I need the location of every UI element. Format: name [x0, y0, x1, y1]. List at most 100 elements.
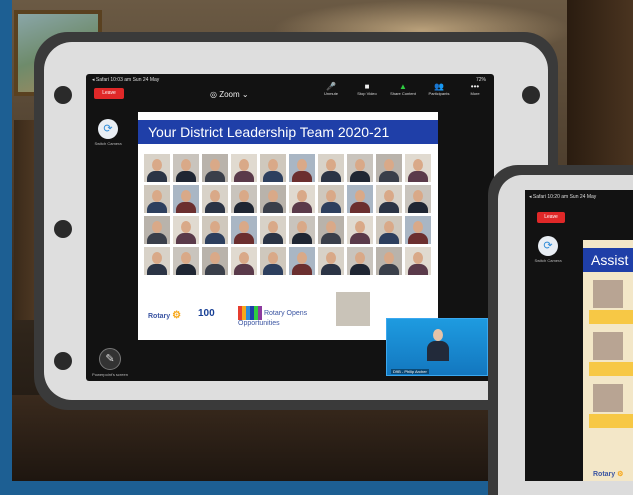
headshot-photo [376, 154, 402, 182]
switch-camera-label: Switch Camera [94, 141, 122, 146]
rainbow-bars-icon [238, 306, 262, 320]
headshot-photo [231, 216, 257, 244]
assistant-tile [589, 332, 633, 378]
headshot-photo [405, 247, 431, 275]
second-leave-button[interactable]: Leave [537, 212, 565, 223]
headshot-photo [376, 185, 402, 213]
headshot-photo [405, 216, 431, 244]
second-switch-camera-button[interactable]: ⟳ Switch Camera [533, 236, 563, 263]
headshot-photo [289, 154, 315, 182]
rotary-text: Rotary [148, 313, 171, 320]
headshot-photo [289, 185, 315, 213]
case-hole [522, 86, 540, 104]
more-label: More [470, 91, 480, 96]
pen-icon: ✎ [99, 348, 121, 370]
case-hole [54, 352, 72, 370]
headshot-photo [405, 154, 431, 182]
headshot-photo [289, 247, 315, 275]
rotary-wheel-icon: ⚙ [172, 310, 182, 321]
case-hole [54, 86, 72, 104]
headshot-photo [202, 247, 228, 275]
headshot-photo [144, 154, 170, 182]
headshot-photo [144, 216, 170, 244]
headshot-photo [347, 247, 373, 275]
headshot-photo [260, 247, 286, 275]
headshot-photo [260, 185, 286, 213]
headshot-photo [173, 216, 199, 244]
participants-icon: 👥 [434, 82, 444, 91]
chevron-down-icon: ⌄ [241, 90, 249, 99]
leave-button[interactable]: Leave [94, 88, 124, 99]
video-camera-icon: ■ [364, 82, 370, 91]
second-status-bar: ◂ Safari 10:20 am Sun 24 May [529, 194, 597, 200]
headshot-photo [347, 216, 373, 244]
zoom-title-label: Zoom [219, 90, 240, 99]
unmute-button[interactable]: 🎤 Unmute [316, 82, 346, 96]
self-view-video[interactable]: D9B - Philip Archer [386, 318, 488, 376]
headshot-photo [231, 247, 257, 275]
headshot-photo [202, 185, 228, 213]
share-screen-icon: ▲ [399, 82, 407, 91]
headshot-photo [318, 216, 344, 244]
shared-slide: Your District Leadership Team 2020-21 Ro… [138, 112, 438, 340]
headshot-photo [173, 154, 199, 182]
rotary-logo: Rotary ⚙ [148, 310, 181, 321]
headshot-photo [260, 216, 286, 244]
more-button[interactable]: ••• More [460, 82, 490, 96]
zoom-menu[interactable]: ◎ Zoom ⌄ [210, 90, 249, 99]
status-time: ◂ Safari 10:03 am Sun 24 May [92, 77, 160, 83]
headshot-photo [173, 247, 199, 275]
headshot-photo [231, 185, 257, 213]
second-slide-title: Assist [583, 248, 633, 272]
second-zoom-screen: ◂ Safari 10:20 am Sun 24 May Leave ⟳ Swi… [525, 190, 633, 481]
stop-video-button[interactable]: ■ Stop Video [352, 82, 382, 96]
case-hole [54, 220, 72, 238]
second-switch-camera-label: Switch Camera [534, 258, 562, 263]
headshot-photo [144, 247, 170, 275]
meeting-toolbar: 🎤 Unmute ■ Stop Video ▲ Share Content 👥 … [316, 82, 490, 96]
slide-title: Your District Leadership Team 2020-21 [138, 120, 438, 144]
rotary-opens-logo: Rotary Opens Opportunities [238, 306, 328, 328]
headshot-photo [347, 154, 373, 182]
headshot-photo [289, 216, 315, 244]
headshot-photo [376, 216, 402, 244]
headshot-photo [202, 154, 228, 182]
unmute-label: Unmute [323, 91, 338, 96]
hundred-logo: 100 [198, 308, 215, 319]
headshot-grid [144, 154, 432, 275]
zoom-logo-icon: ◎ [210, 90, 217, 99]
more-icon: ••• [470, 82, 480, 91]
headshot-photo [202, 216, 228, 244]
camera-switch-icon: ⟳ [538, 236, 558, 256]
headshot-photo [173, 185, 199, 213]
headshot-photo [376, 247, 402, 275]
participants-button[interactable]: 👥 Participants [424, 82, 454, 96]
assistant-tile [589, 384, 633, 430]
rotary-wheel-icon: ⚙ [617, 471, 624, 478]
second-rotary-text: Rotary [593, 471, 616, 478]
headshot-photo [231, 154, 257, 182]
annotate-button[interactable]: ✎ Powerpoint's screen [92, 348, 128, 377]
annotate-label: Powerpoint's screen [92, 372, 128, 377]
stop-video-label: Stop Video [357, 91, 377, 96]
headshot-photo [260, 154, 286, 182]
camera-switch-icon: ⟳ [98, 119, 118, 139]
wood-door [567, 0, 633, 180]
headshot-photo [318, 247, 344, 275]
assistant-tile [589, 280, 633, 326]
headshot-photo [318, 185, 344, 213]
zoom-screen: ◂ Safari 10:03 am Sun 24 May 72% Leave ◎… [86, 74, 494, 381]
switch-camera-button[interactable]: ⟳ Switch Camera [94, 119, 122, 146]
second-shared-slide: Assist Rotary ⚙ [583, 240, 633, 481]
headshot-photo [347, 185, 373, 213]
second-rotary-logo: Rotary ⚙ [593, 470, 623, 478]
slide-speaker-photo [336, 292, 370, 326]
self-view-name: D9B - Philip Archer [391, 369, 429, 374]
microphone-icon: 🎤 [326, 82, 336, 91]
participants-label: Participants [428, 91, 450, 96]
share-content-label: Share Content [390, 91, 416, 96]
share-content-button[interactable]: ▲ Share Content [388, 82, 418, 96]
headshot-photo [405, 185, 431, 213]
headshot-photo [318, 154, 344, 182]
headshot-photo [144, 185, 170, 213]
